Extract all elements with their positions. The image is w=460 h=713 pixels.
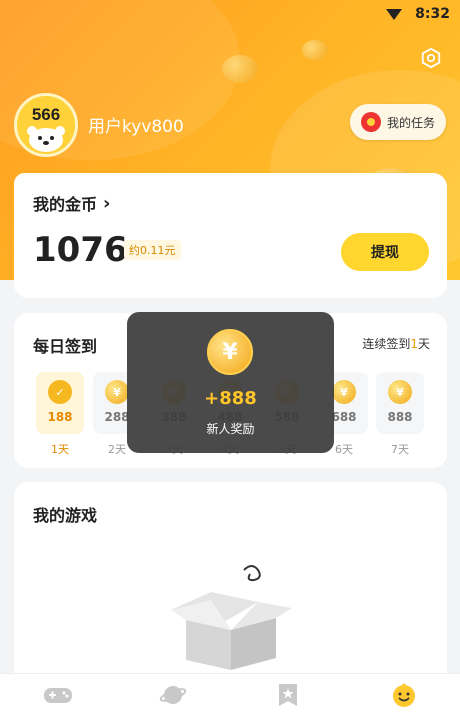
username: 用户kyv800	[88, 117, 184, 137]
coin-icon: ¥	[207, 329, 253, 375]
nav-discover[interactable]	[158, 682, 188, 708]
smiley-icon	[393, 683, 415, 707]
day-reward: 888	[387, 410, 413, 424]
nav-favorites[interactable]	[273, 682, 303, 708]
new-user-reward-popup: ¥ +888 新人奖励	[127, 312, 334, 453]
gamepad-icon	[44, 688, 72, 703]
day-label: 1天	[51, 443, 69, 456]
reward-amount: +888	[204, 388, 257, 409]
nav-games[interactable]	[43, 682, 73, 708]
bottom-navigation	[0, 673, 460, 713]
coin-icon: ¥	[105, 380, 129, 404]
nav-profile[interactable]	[389, 682, 419, 708]
coins-approx-value: 约0.11元	[124, 240, 181, 260]
coin-icon: ¥	[388, 380, 412, 404]
avatar[interactable]: 566	[14, 93, 78, 157]
my-tasks-label: 我的任务	[386, 115, 435, 130]
my-tasks-button[interactable]: 我的任务	[350, 104, 446, 140]
chevron-right-icon: ›	[103, 192, 111, 214]
empty-box-icon	[171, 565, 292, 670]
streak-suffix: 天	[417, 337, 430, 351]
status-time: 8:32	[415, 6, 450, 22]
signin-streak: 连续签到1天	[362, 335, 430, 352]
streak-days: 1	[410, 337, 418, 351]
signin-day-1[interactable]: ✓ 188	[36, 372, 84, 434]
day-reward: 188	[47, 410, 73, 424]
coins-value: 1076	[33, 230, 128, 270]
coin-decoration	[302, 40, 328, 60]
coin-decoration	[222, 55, 258, 83]
streak-prefix: 连续签到	[362, 337, 411, 351]
daily-signin-title: 每日签到	[33, 337, 98, 356]
withdraw-button[interactable]: 提现	[341, 233, 429, 271]
coins-title-link[interactable]: 我的金币 ›	[33, 191, 110, 215]
star-card-icon	[279, 684, 297, 706]
coin-icon: ¥	[332, 380, 356, 404]
wifi-icon	[386, 9, 402, 20]
bear-avatar-icon: 566	[17, 96, 75, 154]
status-bar: 8:32	[0, 0, 460, 28]
coins-title: 我的金币	[33, 195, 98, 214]
my-games-title: 我的游戏	[33, 506, 98, 525]
settings-icon[interactable]	[420, 47, 442, 69]
svg-text:566: 566	[32, 105, 60, 124]
task-badge-icon	[360, 112, 381, 132]
day-label: 7天	[391, 443, 409, 456]
reward-label: 新人奖励	[206, 422, 255, 436]
check-coin-icon: ✓	[48, 380, 72, 404]
planet-icon	[159, 686, 187, 704]
signin-day-7[interactable]: ¥ 888	[376, 372, 424, 434]
